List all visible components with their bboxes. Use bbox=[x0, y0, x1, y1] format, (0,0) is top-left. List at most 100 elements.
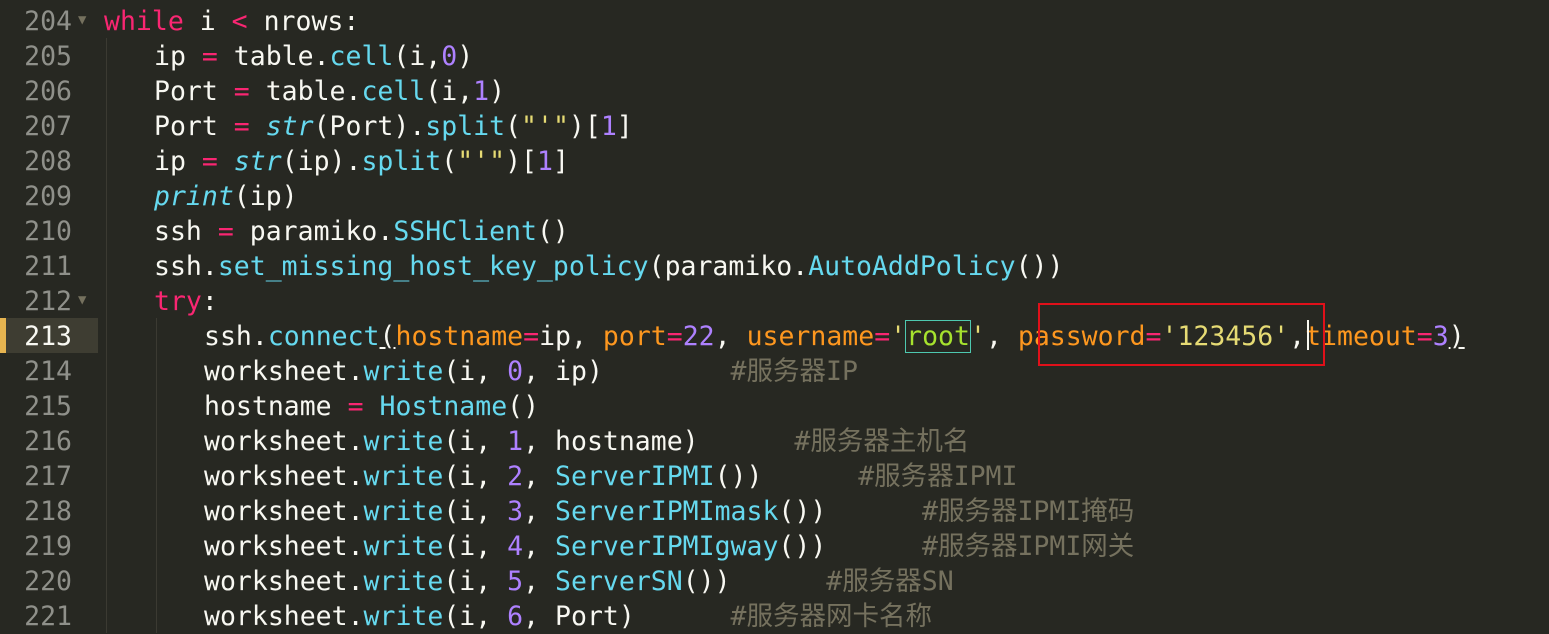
line-gutter[interactable]: 207 bbox=[0, 108, 98, 143]
code-token: worksheet. bbox=[204, 356, 364, 387]
code-line[interactable]: 209 print(ip) bbox=[0, 178, 1549, 213]
code-token: = bbox=[523, 321, 540, 352]
code-token: (i, bbox=[393, 41, 442, 72]
line-gutter[interactable]: 209 bbox=[0, 178, 98, 213]
code-text[interactable]: worksheet.write(i, 2, ServerIPMI()) #服务器… bbox=[204, 459, 1017, 494]
line-number: 218 bbox=[24, 496, 72, 527]
code-token: ServerIPMI bbox=[555, 461, 715, 492]
code-text[interactable]: while i < nrows: bbox=[104, 4, 359, 39]
code-token: ip bbox=[154, 146, 202, 177]
code-text[interactable]: Port = str(Port).split("'")[1] bbox=[154, 109, 633, 144]
line-number: 208 bbox=[24, 146, 72, 177]
line-gutter[interactable]: 218 bbox=[0, 493, 98, 528]
code-token: worksheet. bbox=[204, 496, 364, 527]
code-token: ] bbox=[552, 146, 569, 177]
code-token: : bbox=[201, 286, 218, 317]
line-gutter[interactable]: 210 bbox=[0, 213, 98, 248]
text-cursor bbox=[1307, 320, 1309, 350]
code-text[interactable]: ssh = paramiko.SSHClient() bbox=[154, 214, 569, 249]
code-token: ssh bbox=[154, 216, 218, 247]
code-token: () bbox=[507, 391, 540, 422]
code-token: = bbox=[201, 41, 218, 72]
line-gutter[interactable]: 219 bbox=[0, 528, 98, 563]
code-token: 5 bbox=[507, 566, 524, 597]
code-token: worksheet. bbox=[204, 461, 364, 492]
code-text[interactable]: worksheet.write(i, 1, hostname) #服务器主机名 bbox=[204, 424, 969, 459]
line-gutter[interactable]: 213 bbox=[0, 318, 98, 353]
code-line[interactable]: 220 worksheet.write(i, 5, ServerSN()) #服务… bbox=[0, 563, 1549, 598]
line-gutter[interactable]: 220 bbox=[0, 563, 98, 598]
code-token: (ip) bbox=[233, 181, 298, 212]
code-line[interactable]: 217 worksheet.write(i, 2, ServerIPMI()) #… bbox=[0, 458, 1549, 493]
code-line[interactable]: 219 worksheet.write(i, 4, ServerIPMIgway(… bbox=[0, 528, 1549, 563]
code-token: worksheet. bbox=[204, 426, 364, 457]
line-gutter[interactable]: 211 bbox=[0, 248, 98, 283]
code-line[interactable]: 205 ip = table.cell(i,0) bbox=[0, 38, 1549, 73]
indent-guide bbox=[106, 458, 107, 493]
line-gutter[interactable]: 221 bbox=[0, 598, 98, 633]
line-number: 217 bbox=[24, 461, 72, 492]
fold-toggle-icon[interactable]: ▼ bbox=[78, 3, 86, 38]
code-text[interactable]: worksheet.write(i, 5, ServerSN()) #服务器SN bbox=[204, 564, 954, 599]
indent-guide bbox=[106, 213, 107, 248]
code-token: ()) bbox=[778, 496, 923, 527]
code-token: (paramiko. bbox=[648, 251, 809, 282]
code-text[interactable]: try: bbox=[154, 284, 218, 319]
code-text[interactable]: worksheet.write(i, 4, ServerIPMIgway()) … bbox=[204, 529, 1134, 564]
code-text[interactable]: worksheet.write(i, 3, ServerIPMImask()) … bbox=[204, 494, 1134, 529]
code-text[interactable]: ip = str(ip).split("'")[1] bbox=[154, 144, 569, 179]
code-token: ()) bbox=[778, 531, 923, 562]
code-token: ) bbox=[457, 41, 474, 72]
code-token: hostname bbox=[204, 391, 348, 422]
code-token: paramiko. bbox=[233, 216, 394, 247]
code-token: i bbox=[183, 6, 232, 37]
line-gutter[interactable]: 208 bbox=[0, 143, 98, 178]
code-token: = bbox=[1416, 321, 1433, 352]
code-token: 2 bbox=[507, 461, 524, 492]
indent-guide bbox=[106, 73, 107, 108]
line-gutter[interactable]: 215 bbox=[0, 388, 98, 423]
indent-guide bbox=[106, 493, 107, 528]
code-line[interactable]: 208 ip = str(ip).split("'")[1] bbox=[0, 143, 1549, 178]
code-line[interactable]: 204 ▼ while i < nrows: bbox=[0, 3, 1549, 38]
code-text[interactable]: print(ip) bbox=[154, 179, 298, 214]
code-text[interactable]: hostname = Hostname() bbox=[204, 389, 539, 424]
code-token: ()) bbox=[682, 566, 827, 597]
line-number: 205 bbox=[24, 41, 72, 72]
code-line[interactable]: 215 hostname = Hostname() bbox=[0, 388, 1549, 423]
code-line[interactable]: 216 worksheet.write(i, 1, hostname) #服务器主… bbox=[0, 423, 1549, 458]
line-gutter[interactable]: 214 bbox=[0, 353, 98, 388]
code-line[interactable]: 218 worksheet.write(i, 3, ServerIPMImask(… bbox=[0, 493, 1549, 528]
code-text[interactable]: worksheet.write(i, 6, Port) #服务器网卡名称 bbox=[204, 599, 932, 634]
code-text[interactable]: worksheet.write(i, 0, ip) #服务器IP bbox=[204, 354, 858, 389]
code-editor[interactable]: 221 worksheet.write(i, 6, Port) #服务器网卡名称 2… bbox=[0, 0, 1549, 633]
code-token: ] bbox=[616, 111, 633, 142]
code-line[interactable]: 206 Port = table.cell(i,1) bbox=[0, 73, 1549, 108]
code-token: "'" bbox=[457, 146, 506, 177]
code-line[interactable]: 211 ssh.set_missing_host_key_policy(param… bbox=[0, 248, 1549, 283]
line-gutter[interactable]: 204 ▼ bbox=[0, 3, 98, 38]
line-gutter[interactable]: 217 bbox=[0, 458, 98, 493]
code-token: username bbox=[746, 321, 875, 352]
code-text[interactable]: ssh.set_missing_host_key_policy(paramiko… bbox=[154, 249, 1063, 284]
line-gutter[interactable]: 212 ▼ bbox=[0, 283, 98, 318]
line-gutter[interactable]: 205 bbox=[0, 38, 98, 73]
code-text[interactable]: ip = table.cell(i,0) bbox=[154, 39, 473, 74]
line-gutter[interactable]: 206 bbox=[0, 73, 98, 108]
line-number: 221 bbox=[24, 601, 72, 632]
code-token: split bbox=[425, 111, 506, 142]
indent-guide bbox=[156, 423, 157, 458]
code-line[interactable]: 207 Port = str(Port).split("'")[1] bbox=[0, 108, 1549, 143]
code-token: 3 bbox=[1432, 321, 1449, 352]
code-token: try bbox=[154, 286, 202, 317]
code-line[interactable]: 221 worksheet.write(i, 6, Port) #服务器网卡名称 bbox=[0, 598, 1549, 633]
code-token: write bbox=[363, 356, 444, 387]
fold-toggle-icon[interactable]: ▼ bbox=[78, 283, 86, 318]
code-token: 0 bbox=[441, 41, 458, 72]
code-line[interactable]: 210 ssh = paramiko.SSHClient() bbox=[0, 213, 1549, 248]
code-token: = bbox=[233, 111, 250, 142]
code-token: worksheet. bbox=[204, 601, 364, 632]
code-text[interactable]: Port = table.cell(i,1) bbox=[154, 74, 505, 109]
line-gutter[interactable]: 216 bbox=[0, 423, 98, 458]
code-token: , bbox=[523, 566, 556, 597]
